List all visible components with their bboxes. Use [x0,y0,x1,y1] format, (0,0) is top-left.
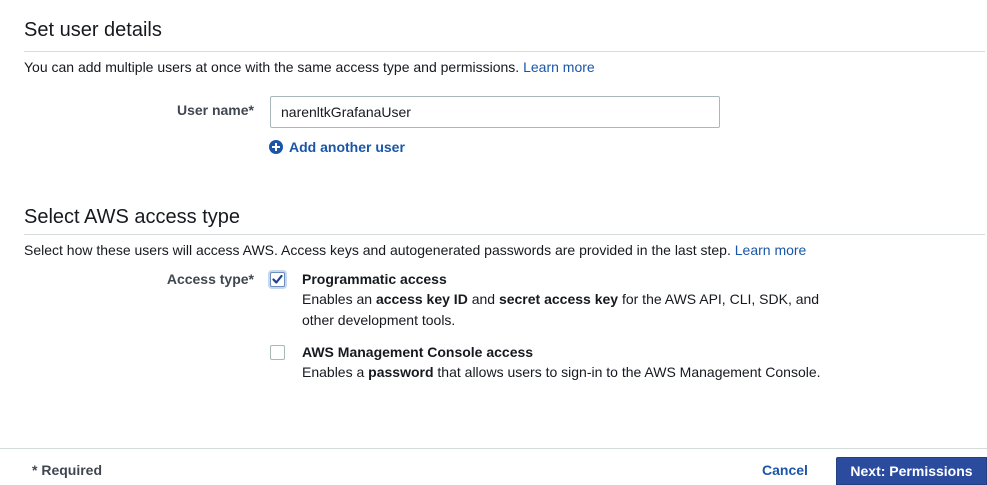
checkmark-icon [272,274,283,284]
section-divider [24,234,985,235]
programmatic-access-description: Enables an access key ID and secret acce… [302,289,832,331]
description-emphasis: secret access key [498,291,619,307]
console-access-title: AWS Management Console access [302,344,534,360]
access-type-title: Select AWS access type [24,206,241,228]
section-divider [24,51,985,52]
description-text: Enables an [302,291,376,307]
programmatic-access-checkbox[interactable] [270,272,285,287]
required-note: * Required [32,462,103,478]
user-details-description: You can add multiple users at once with … [24,59,595,75]
access-type-description: Select how these users will access AWS. … [24,242,806,258]
next-permissions-button[interactable]: Next: Permissions [836,457,987,485]
user-details-learn-more-link[interactable]: Learn more [523,59,595,75]
access-type-description-text: Select how these users will access AWS. … [24,242,731,258]
add-another-user-label: Add another user [289,139,405,155]
description-text: that allows users to sign-in to the AWS … [433,364,821,380]
description-emphasis: password [368,364,434,380]
add-another-user-link[interactable]: Add another user [269,139,405,155]
user-details-description-text: You can add multiple users at once with … [24,59,520,75]
access-type-learn-more-link[interactable]: Learn more [735,242,807,258]
footer-divider [0,448,987,449]
user-name-input[interactable] [270,96,720,128]
cancel-button[interactable]: Cancel [762,462,808,478]
user-details-title: Set user details [24,19,162,41]
programmatic-access-title: Programmatic access [302,271,447,287]
access-type-label: Access type* [166,271,254,287]
description-text: Enables a [302,364,369,380]
description-text: and [467,291,499,307]
console-access-checkbox[interactable] [270,345,285,360]
description-emphasis: access key ID [375,291,468,307]
console-access-description: Enables a password that allows users to … [302,362,832,383]
user-name-label: User name* [176,102,254,118]
plus-circle-icon [269,140,283,154]
